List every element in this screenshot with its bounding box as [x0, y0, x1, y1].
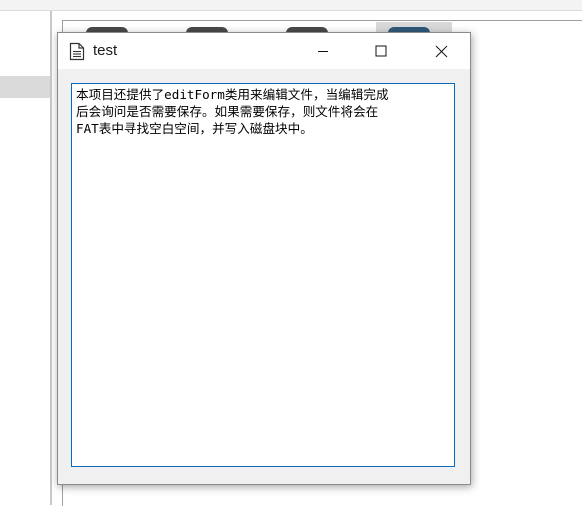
- background-pane-splitter[interactable]: [50, 11, 52, 505]
- background-app-topbar: [0, 0, 582, 11]
- close-button[interactable]: [412, 33, 470, 69]
- file-content-textarea[interactable]: 本项目还提供了editForm类用来编辑文件，当编辑完成 后会询问是否需要保存。…: [71, 83, 455, 467]
- maximize-button[interactable]: [352, 33, 410, 69]
- minimize-icon: [318, 51, 328, 52]
- minimize-button[interactable]: [294, 33, 352, 69]
- title-bar[interactable]: test: [58, 33, 470, 69]
- window-title: test: [93, 42, 118, 59]
- background-left-pane-selected-item[interactable]: [0, 76, 50, 98]
- maximize-icon: [375, 45, 387, 57]
- document-icon: [69, 42, 85, 61]
- edit-form-window: test 本项目还提供了editForm类用来编辑文件，当编辑完成 后会询问是否…: [57, 32, 471, 485]
- close-icon: [435, 45, 447, 57]
